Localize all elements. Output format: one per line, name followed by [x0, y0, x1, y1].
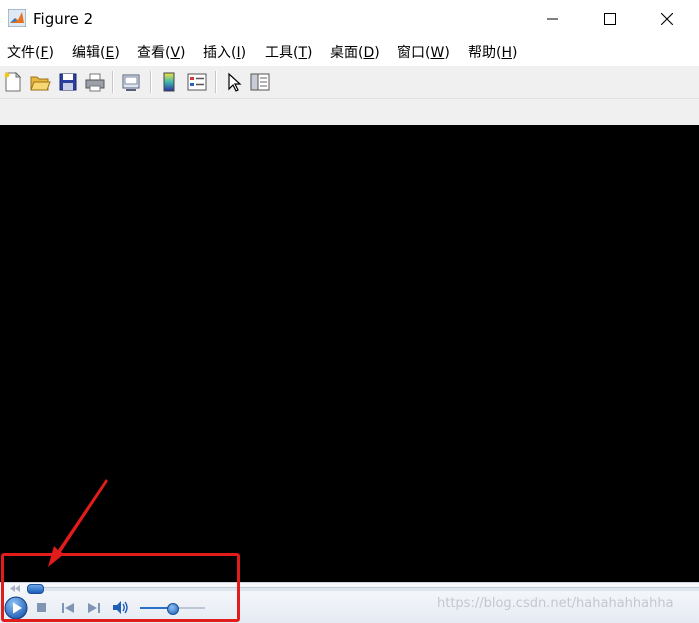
- menu-insert[interactable]: 插入(I): [203, 44, 246, 62]
- toolbar-separator: [150, 71, 152, 93]
- insert-legend-icon: [187, 73, 207, 91]
- link-plot-button[interactable]: [120, 71, 142, 93]
- menu-window[interactable]: 窗口(W): [397, 44, 450, 62]
- maximize-icon: [604, 13, 616, 25]
- edit-plot-pointer-icon: [228, 72, 242, 92]
- insert-legend-button[interactable]: [186, 71, 208, 93]
- new-figure-button[interactable]: [2, 71, 24, 93]
- save-button[interactable]: [57, 71, 79, 93]
- insert-colorbar-button[interactable]: [158, 71, 180, 93]
- menu-desktop[interactable]: 桌面(D): [330, 44, 380, 62]
- print-icon: [85, 73, 105, 92]
- save-icon: [59, 73, 77, 91]
- menu-help[interactable]: 帮助(H): [468, 44, 517, 62]
- property-inspector-icon: [250, 73, 270, 91]
- minimize-icon: [547, 18, 558, 20]
- open-file-button[interactable]: [29, 71, 51, 93]
- menu-file[interactable]: 文件(F): [7, 44, 54, 62]
- figure-toolbar: [0, 66, 699, 99]
- figure-background-strip: [0, 99, 699, 125]
- menu-tools[interactable]: 工具(T): [265, 44, 313, 62]
- maximize-button[interactable]: [587, 0, 633, 38]
- toolbar-separator: [112, 71, 114, 93]
- menu-bar: 文件(F) 编辑(E) 查看(V) 插入(I) 工具(T) 桌面(D) 窗口(W…: [0, 40, 699, 66]
- insert-colorbar-icon: [163, 72, 175, 92]
- close-button[interactable]: [644, 0, 690, 38]
- matlab-logo-icon: [8, 9, 26, 27]
- property-inspector-button[interactable]: [249, 71, 271, 93]
- window-title: Figure 2: [33, 10, 94, 28]
- watermark-text: https://blog.csdn.net/hahahahhahha: [437, 596, 674, 611]
- menu-edit[interactable]: 编辑(E): [72, 44, 120, 62]
- title-bar: Figure 2: [0, 0, 699, 38]
- minimize-button[interactable]: [530, 0, 576, 38]
- toolbar-separator: [215, 71, 217, 93]
- open-file-icon: [30, 76, 51, 91]
- annotation-highlight-box: [1, 553, 240, 622]
- menu-view[interactable]: 查看(V): [137, 44, 186, 62]
- edit-plot-button[interactable]: [223, 71, 245, 93]
- close-icon: [661, 13, 673, 25]
- video-display: [0, 125, 699, 582]
- print-button[interactable]: [84, 71, 106, 93]
- new-figure-icon: [4, 71, 22, 92]
- link-plot-icon: [122, 74, 140, 91]
